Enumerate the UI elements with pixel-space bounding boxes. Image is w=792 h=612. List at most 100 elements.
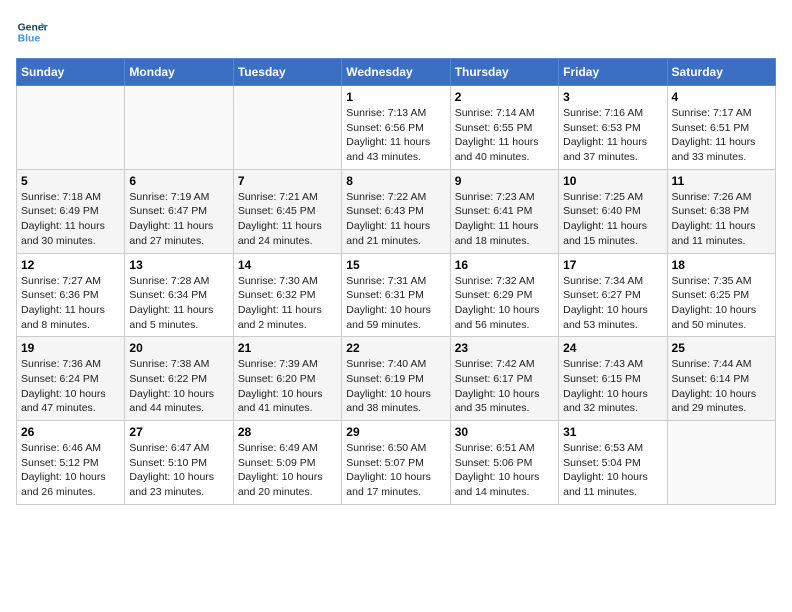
day-cell: 2 Sunrise: 7:14 AM Sunset: 6:55 PM Daylig… bbox=[450, 86, 558, 170]
day-number: 29 bbox=[346, 425, 445, 439]
day-info: Sunrise: 7:25 AM Sunset: 6:40 PM Dayligh… bbox=[563, 190, 662, 249]
header-thursday: Thursday bbox=[450, 59, 558, 86]
day-cell: 24 Sunrise: 7:43 AM Sunset: 6:15 PM Dayli… bbox=[559, 337, 667, 421]
day-cell: 11 Sunrise: 7:26 AM Sunset: 6:38 PM Dayli… bbox=[667, 169, 775, 253]
day-number: 2 bbox=[455, 90, 554, 104]
logo-icon: General Blue bbox=[16, 16, 48, 48]
calendar-header: SundayMondayTuesdayWednesdayThursdayFrid… bbox=[17, 59, 776, 86]
day-info: Sunrise: 7:17 AM Sunset: 6:51 PM Dayligh… bbox=[672, 106, 771, 165]
week-row-1: 5 Sunrise: 7:18 AM Sunset: 6:49 PM Daylig… bbox=[17, 169, 776, 253]
day-info: Sunrise: 7:14 AM Sunset: 6:55 PM Dayligh… bbox=[455, 106, 554, 165]
header-sunday: Sunday bbox=[17, 59, 125, 86]
day-info: Sunrise: 7:43 AM Sunset: 6:15 PM Dayligh… bbox=[563, 357, 662, 416]
day-number: 28 bbox=[238, 425, 337, 439]
day-cell: 13 Sunrise: 7:28 AM Sunset: 6:34 PM Dayli… bbox=[125, 253, 233, 337]
day-cell: 17Sunrise: 7:34 AM Sunset: 6:27 PM Dayli… bbox=[559, 253, 667, 337]
day-number: 19 bbox=[21, 341, 120, 355]
day-cell: 26 Sunrise: 6:46 AM Sunset: 5:12 PM Dayli… bbox=[17, 421, 125, 505]
day-info: Sunrise: 7:30 AM Sunset: 6:32 PM Dayligh… bbox=[238, 274, 337, 333]
day-cell: 15 Sunrise: 7:31 AM Sunset: 6:31 PM Dayli… bbox=[342, 253, 450, 337]
day-info: Sunrise: 7:21 AM Sunset: 6:45 PM Dayligh… bbox=[238, 190, 337, 249]
day-cell bbox=[233, 86, 341, 170]
calendar-body: 1 Sunrise: 7:13 AM Sunset: 6:56 PM Daylig… bbox=[17, 86, 776, 505]
day-number: 15 bbox=[346, 258, 445, 272]
day-cell bbox=[17, 86, 125, 170]
day-number: 22 bbox=[346, 341, 445, 355]
day-cell: 16 Sunrise: 7:32 AM Sunset: 6:29 PM Dayli… bbox=[450, 253, 558, 337]
day-info: Sunrise: 7:39 AM Sunset: 6:20 PM Dayligh… bbox=[238, 357, 337, 416]
day-number: 26 bbox=[21, 425, 120, 439]
day-cell: 19Sunrise: 7:36 AM Sunset: 6:24 PM Dayli… bbox=[17, 337, 125, 421]
day-number: 10 bbox=[563, 174, 662, 188]
day-number: 31 bbox=[563, 425, 662, 439]
header-tuesday: Tuesday bbox=[233, 59, 341, 86]
day-info: Sunrise: 7:27 AM Sunset: 6:36 PM Dayligh… bbox=[21, 274, 120, 333]
day-info: Sunrise: 7:18 AM Sunset: 6:49 PM Dayligh… bbox=[21, 190, 120, 249]
day-info: Sunrise: 6:49 AM Sunset: 5:09 PM Dayligh… bbox=[238, 441, 337, 500]
day-cell: 14 Sunrise: 7:30 AM Sunset: 6:32 PM Dayli… bbox=[233, 253, 341, 337]
week-row-3: 19Sunrise: 7:36 AM Sunset: 6:24 PM Dayli… bbox=[17, 337, 776, 421]
day-number: 14 bbox=[238, 258, 337, 272]
day-info: Sunrise: 6:53 AM Sunset: 5:04 PM Dayligh… bbox=[563, 441, 662, 500]
day-number: 23 bbox=[455, 341, 554, 355]
day-number: 24 bbox=[563, 341, 662, 355]
day-number: 11 bbox=[672, 174, 771, 188]
day-cell: 9Sunrise: 7:23 AM Sunset: 6:41 PM Daylig… bbox=[450, 169, 558, 253]
day-cell: 22Sunrise: 7:40 AM Sunset: 6:19 PM Dayli… bbox=[342, 337, 450, 421]
day-cell: 8 Sunrise: 7:22 AM Sunset: 6:43 PM Daylig… bbox=[342, 169, 450, 253]
day-info: Sunrise: 7:19 AM Sunset: 6:47 PM Dayligh… bbox=[129, 190, 228, 249]
day-info: Sunrise: 7:35 AM Sunset: 6:25 PM Dayligh… bbox=[672, 274, 771, 333]
day-info: Sunrise: 6:47 AM Sunset: 5:10 PM Dayligh… bbox=[129, 441, 228, 500]
day-info: Sunrise: 7:13 AM Sunset: 6:56 PM Dayligh… bbox=[346, 106, 445, 165]
day-number: 20 bbox=[129, 341, 228, 355]
day-info: Sunrise: 6:50 AM Sunset: 5:07 PM Dayligh… bbox=[346, 441, 445, 500]
day-cell: 20Sunrise: 7:38 AM Sunset: 6:22 PM Dayli… bbox=[125, 337, 233, 421]
day-number: 13 bbox=[129, 258, 228, 272]
day-info: Sunrise: 6:46 AM Sunset: 5:12 PM Dayligh… bbox=[21, 441, 120, 500]
calendar-table: SundayMondayTuesdayWednesdayThursdayFrid… bbox=[16, 58, 776, 505]
day-number: 18 bbox=[672, 258, 771, 272]
day-info: Sunrise: 7:28 AM Sunset: 6:34 PM Dayligh… bbox=[129, 274, 228, 333]
day-info: Sunrise: 7:31 AM Sunset: 6:31 PM Dayligh… bbox=[346, 274, 445, 333]
day-cell bbox=[125, 86, 233, 170]
day-info: Sunrise: 7:26 AM Sunset: 6:38 PM Dayligh… bbox=[672, 190, 771, 249]
day-info: Sunrise: 7:32 AM Sunset: 6:29 PM Dayligh… bbox=[455, 274, 554, 333]
week-row-4: 26 Sunrise: 6:46 AM Sunset: 5:12 PM Dayli… bbox=[17, 421, 776, 505]
day-cell: 5 Sunrise: 7:18 AM Sunset: 6:49 PM Daylig… bbox=[17, 169, 125, 253]
day-number: 7 bbox=[238, 174, 337, 188]
day-info: Sunrise: 7:42 AM Sunset: 6:17 PM Dayligh… bbox=[455, 357, 554, 416]
day-cell bbox=[667, 421, 775, 505]
day-cell: 28 Sunrise: 6:49 AM Sunset: 5:09 PM Dayli… bbox=[233, 421, 341, 505]
day-cell: 7 Sunrise: 7:21 AM Sunset: 6:45 PM Daylig… bbox=[233, 169, 341, 253]
week-row-0: 1 Sunrise: 7:13 AM Sunset: 6:56 PM Daylig… bbox=[17, 86, 776, 170]
header-monday: Monday bbox=[125, 59, 233, 86]
day-number: 8 bbox=[346, 174, 445, 188]
header-saturday: Saturday bbox=[667, 59, 775, 86]
day-number: 12 bbox=[21, 258, 120, 272]
day-number: 5 bbox=[21, 174, 120, 188]
day-number: 27 bbox=[129, 425, 228, 439]
day-cell: 25Sunrise: 7:44 AM Sunset: 6:14 PM Dayli… bbox=[667, 337, 775, 421]
day-number: 16 bbox=[455, 258, 554, 272]
day-cell: 29 Sunrise: 6:50 AM Sunset: 5:07 PM Dayli… bbox=[342, 421, 450, 505]
day-number: 3 bbox=[563, 90, 662, 104]
header-friday: Friday bbox=[559, 59, 667, 86]
day-number: 9 bbox=[455, 174, 554, 188]
day-number: 21 bbox=[238, 341, 337, 355]
day-number: 4 bbox=[672, 90, 771, 104]
day-cell: 23 Sunrise: 7:42 AM Sunset: 6:17 PM Dayli… bbox=[450, 337, 558, 421]
week-row-2: 12 Sunrise: 7:27 AM Sunset: 6:36 PM Dayli… bbox=[17, 253, 776, 337]
day-number: 6 bbox=[129, 174, 228, 188]
day-info: Sunrise: 7:22 AM Sunset: 6:43 PM Dayligh… bbox=[346, 190, 445, 249]
svg-text:General: General bbox=[18, 22, 48, 33]
day-info: Sunrise: 6:51 AM Sunset: 5:06 PM Dayligh… bbox=[455, 441, 554, 500]
page-header: General Blue bbox=[16, 16, 776, 48]
day-number: 1 bbox=[346, 90, 445, 104]
day-cell: 3Sunrise: 7:16 AM Sunset: 6:53 PM Daylig… bbox=[559, 86, 667, 170]
day-cell: 1 Sunrise: 7:13 AM Sunset: 6:56 PM Daylig… bbox=[342, 86, 450, 170]
day-cell: 6 Sunrise: 7:19 AM Sunset: 6:47 PM Daylig… bbox=[125, 169, 233, 253]
day-cell: 30Sunrise: 6:51 AM Sunset: 5:06 PM Dayli… bbox=[450, 421, 558, 505]
header-wednesday: Wednesday bbox=[342, 59, 450, 86]
day-info: Sunrise: 7:44 AM Sunset: 6:14 PM Dayligh… bbox=[672, 357, 771, 416]
day-cell: 4 Sunrise: 7:17 AM Sunset: 6:51 PM Daylig… bbox=[667, 86, 775, 170]
